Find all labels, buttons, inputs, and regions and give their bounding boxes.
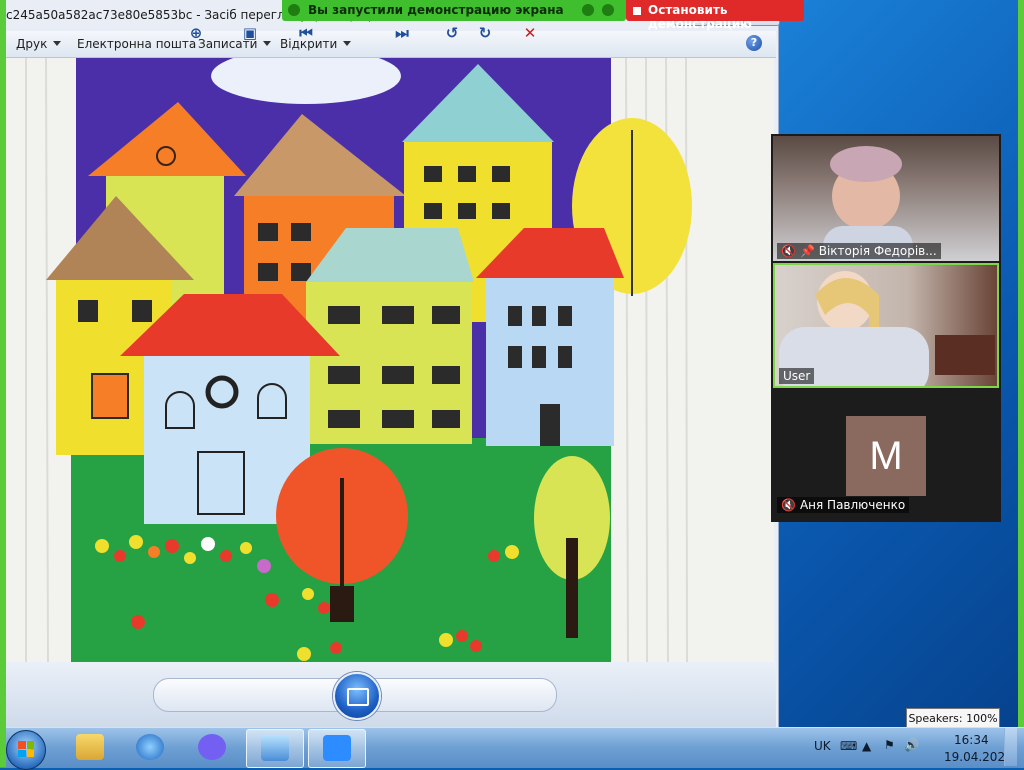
menu-bar: Друк Електронна пошта Записати Відкрити bbox=[0, 31, 776, 58]
explorer-icon[interactable] bbox=[62, 729, 118, 766]
share-banner-text: Вы запустили демонстрацию экрана bbox=[308, 3, 564, 17]
mic-muted-icon: 🔇 bbox=[781, 244, 796, 258]
folder-icon bbox=[76, 734, 104, 760]
next-icon[interactable]: ⏭ bbox=[392, 24, 412, 42]
image-icon bbox=[261, 735, 289, 761]
help-icon[interactable]: ? bbox=[746, 35, 762, 51]
participant-tile-active[interactable]: User bbox=[773, 263, 999, 388]
stop-share-label: Остановить демонстрацию bbox=[648, 3, 752, 31]
artwork-photo bbox=[6, 58, 774, 662]
share-banner: Вы запустили демонстрацию экрана bbox=[282, 0, 626, 21]
speaker-icon[interactable]: 🔊 bbox=[904, 738, 919, 752]
viewer-toolbar bbox=[0, 662, 776, 727]
mic-muted-icon: 🔇 bbox=[781, 498, 796, 512]
participant-tile[interactable]: 🔇 📌 Вікторія Федорів... bbox=[773, 136, 999, 261]
zoom-icon[interactable]: ⊕ bbox=[186, 24, 206, 42]
actual-size-icon[interactable]: ▣ bbox=[240, 24, 260, 42]
show-desktop-button[interactable] bbox=[1004, 728, 1017, 766]
pin-icon: 📌 bbox=[799, 244, 819, 258]
chevron-down-icon bbox=[263, 41, 272, 46]
windows-logo-icon bbox=[18, 741, 34, 757]
viber-icon[interactable] bbox=[184, 729, 240, 766]
avatar: M bbox=[846, 416, 926, 496]
participant-name: Аня Павлюченко bbox=[799, 498, 906, 512]
menu-email[interactable]: Електронна пошта bbox=[77, 37, 196, 51]
mic-muted-icon[interactable] bbox=[582, 4, 594, 16]
language-indicator[interactable]: UK bbox=[814, 739, 831, 753]
previous-icon[interactable]: ⏮ bbox=[296, 24, 316, 42]
participant-name: Вікторія Федорів... bbox=[818, 244, 937, 258]
participant-name-tag: User bbox=[779, 368, 815, 384]
clock-time[interactable]: 16:34 bbox=[954, 733, 989, 747]
menu-print-label: Друк bbox=[16, 37, 48, 51]
participant-name-tag: 🔇 📌 Вікторія Федорів... bbox=[777, 243, 941, 259]
menu-email-label: Електронна пошта bbox=[77, 37, 197, 51]
menu-print[interactable]: Друк bbox=[16, 37, 62, 51]
delete-icon[interactable]: ✕ bbox=[520, 24, 540, 42]
zoom-participants-panel: 🔇 📌 Вікторія Федорів... User 🔇 Аня Павлюче… bbox=[771, 134, 1001, 522]
start-button[interactable] bbox=[6, 730, 46, 770]
phone-bubble-icon bbox=[198, 734, 226, 760]
photo-display bbox=[6, 58, 774, 662]
photo-viewer-icon[interactable] bbox=[246, 729, 304, 768]
participant-name-tag: 🔇 Аня Павлюченко bbox=[777, 497, 910, 513]
chevron-down-icon bbox=[53, 41, 62, 46]
clock-date[interactable]: 19.04.2021 bbox=[944, 750, 1013, 764]
participant-name: User bbox=[783, 369, 811, 383]
globe-icon bbox=[136, 734, 164, 760]
photo-viewer-window: c245a50a582ac73e80e5853bc - Засіб перегл… bbox=[0, 0, 780, 727]
share-status-icon bbox=[288, 4, 300, 16]
browser-icon[interactable] bbox=[122, 729, 178, 766]
show-hidden-icons[interactable]: ▲ bbox=[862, 739, 871, 753]
slideshow-button[interactable] bbox=[333, 672, 381, 720]
rotate-left-icon[interactable]: ↺ bbox=[442, 24, 462, 42]
chevron-down-icon bbox=[343, 41, 352, 46]
video-camera-icon bbox=[323, 735, 351, 761]
menu-burn[interactable]: Записати bbox=[198, 37, 272, 51]
stop-share-button[interactable]: Остановить демонстрацию bbox=[626, 0, 804, 31]
keyboard-icon[interactable]: ⌨ bbox=[840, 739, 857, 753]
rotate-right-icon[interactable]: ↻ bbox=[475, 24, 495, 42]
zoom-icon[interactable] bbox=[308, 729, 366, 768]
flag-icon[interactable]: ⚑ bbox=[884, 738, 895, 752]
stop-icon bbox=[633, 7, 641, 15]
shield-icon[interactable] bbox=[602, 4, 614, 16]
